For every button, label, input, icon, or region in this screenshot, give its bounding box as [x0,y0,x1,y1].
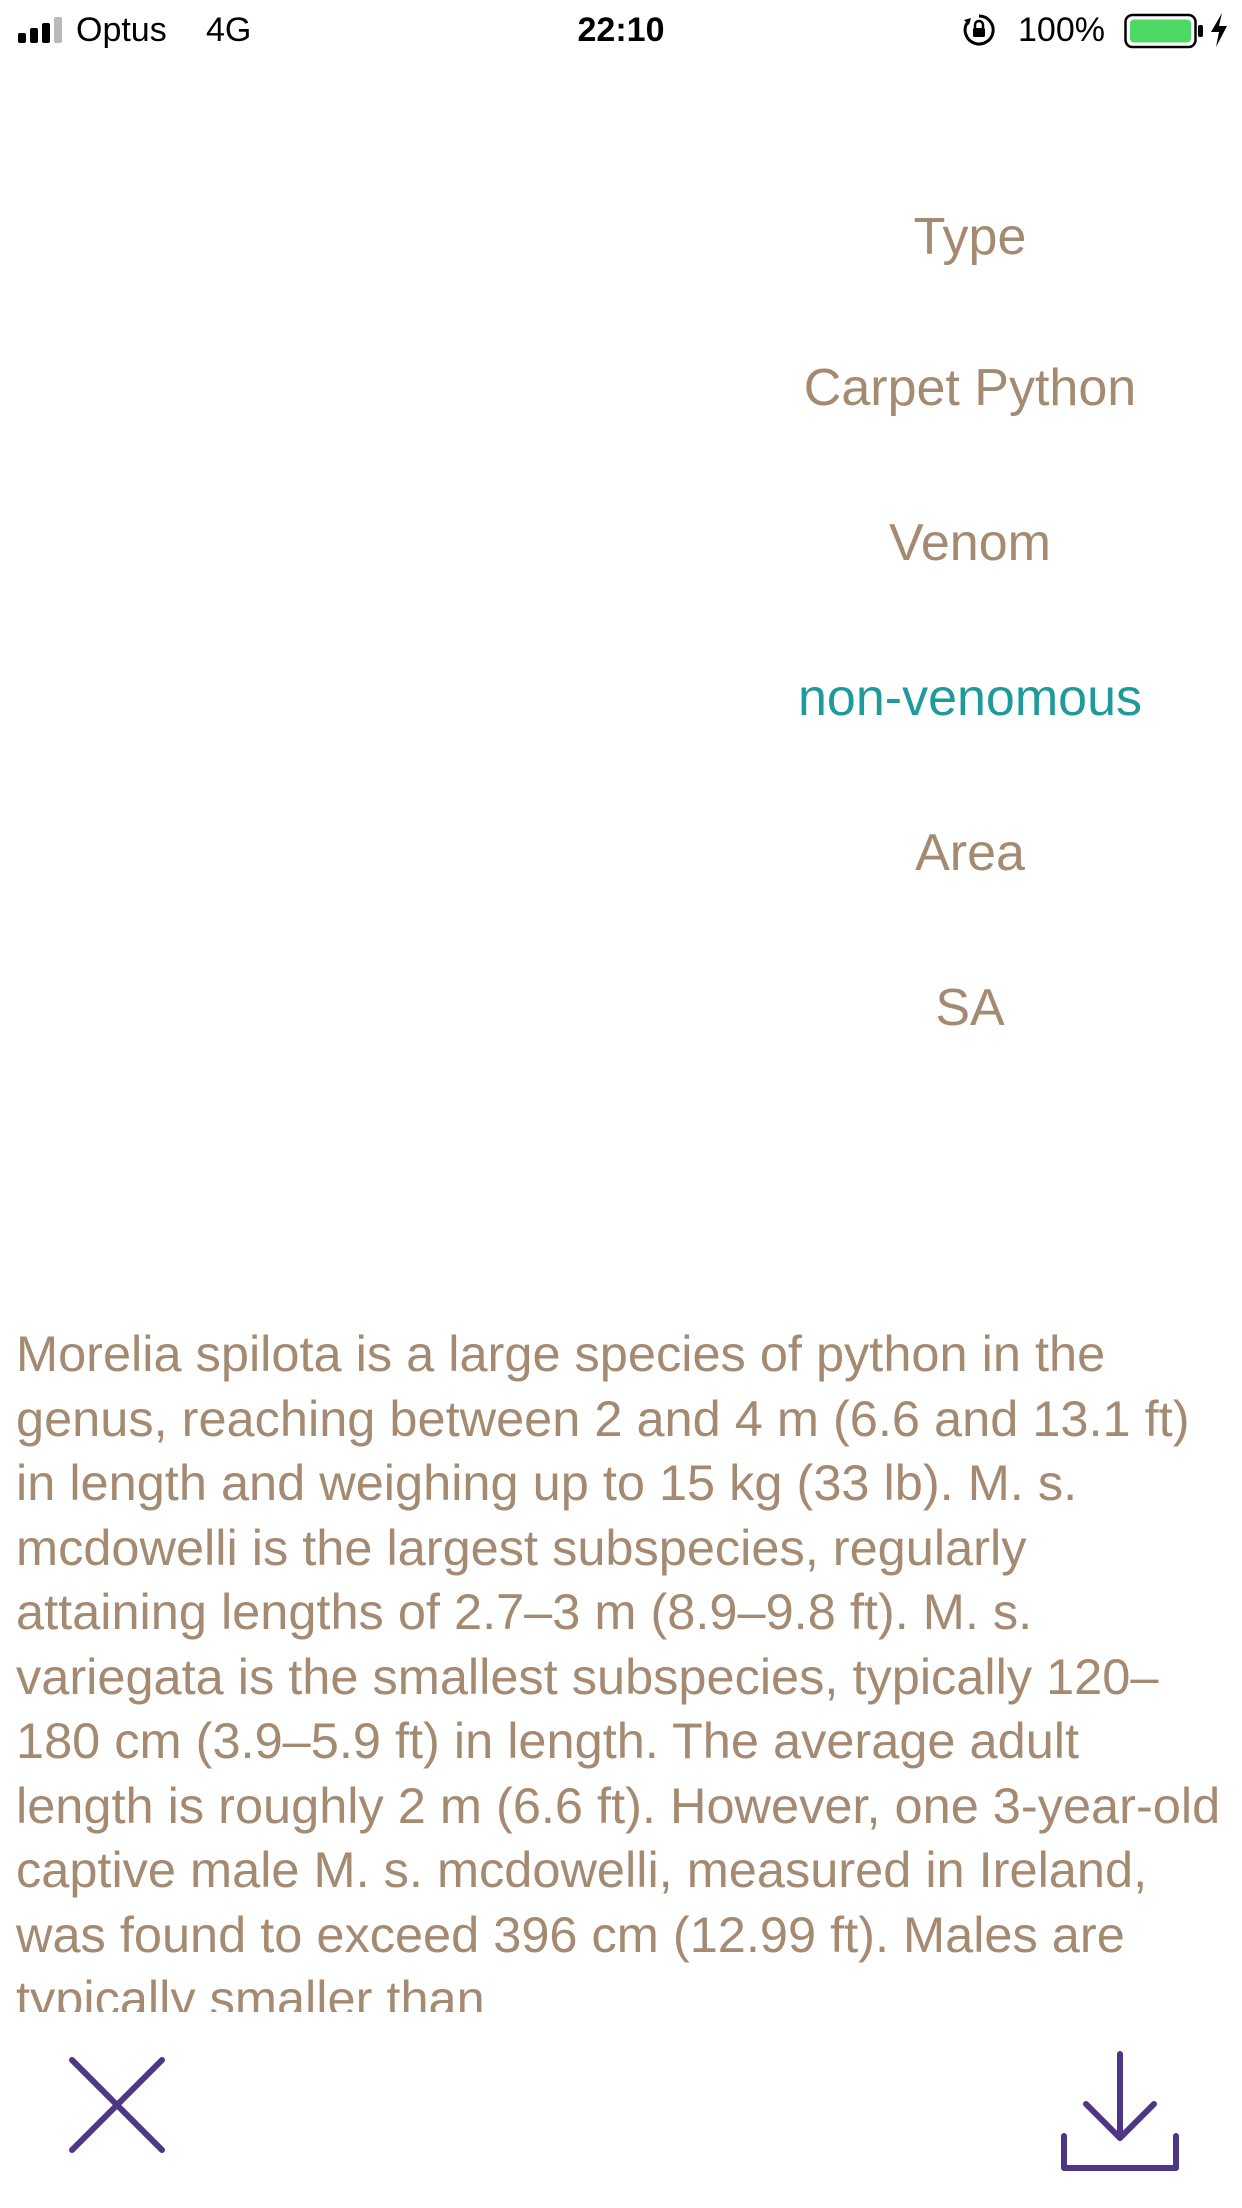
download-icon [1061,2051,1179,2171]
venom-value: non-venomous [798,669,1142,727]
venom-label: Venom [889,514,1051,572]
type-label: Type [913,208,1027,266]
charging-icon [1211,13,1227,47]
close-button[interactable] [62,2050,172,2160]
rotation-lock-icon [963,14,995,46]
download-button[interactable] [1050,2040,1190,2180]
battery-percent: 100% [1018,11,1105,49]
type-value: Carpet Python [803,359,1137,417]
area-value: SA [935,979,1005,1037]
status-bar: Optus 4G 22:10 100% [0,0,1242,62]
area-label: Area [915,824,1025,882]
close-icon [69,2057,165,2153]
battery-icon [1124,13,1203,49]
species-description: Morelia spilota is a large species of py… [16,1325,1221,2012]
